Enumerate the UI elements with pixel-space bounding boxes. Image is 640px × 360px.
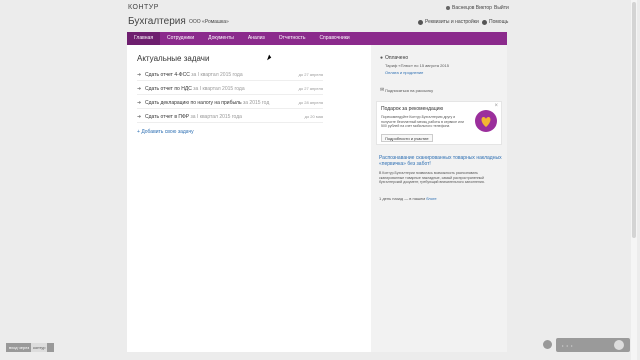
help-label: Помощь bbox=[489, 19, 509, 25]
promo-text: Порекомендуйте Контур.Бухгалтерию другу … bbox=[381, 115, 465, 128]
task-title: Сдать отчет 4-ФСС bbox=[145, 72, 190, 78]
promo-title: Подарок за рекомендацию bbox=[381, 106, 444, 112]
avatar bbox=[614, 340, 624, 350]
task-row[interactable]: ➜ Сдать отчет по НДС за I квартал 2015 г… bbox=[137, 85, 323, 95]
tab-references[interactable]: Справочники bbox=[312, 32, 356, 45]
task-period: за 2015 год bbox=[242, 100, 270, 106]
add-task-label: Добавить свою задачу bbox=[141, 129, 194, 135]
article-title[interactable]: Распознавание сканированных товарных нак… bbox=[379, 155, 503, 167]
gear-icon bbox=[418, 19, 423, 25]
scrollbar-thumb[interactable] bbox=[632, 2, 636, 238]
paid-label: Оплачено bbox=[385, 55, 409, 61]
settings-label: Реквизиты и настройки bbox=[425, 19, 479, 25]
task-period: за I квартал 2015 года bbox=[193, 86, 245, 92]
heart-icon bbox=[475, 110, 497, 132]
arrow-right-icon: ➜ bbox=[137, 86, 142, 92]
payment-link[interactable]: Оплата и продление bbox=[385, 70, 423, 75]
app-title: Бухгалтерия bbox=[128, 16, 186, 27]
close-icon[interactable]: × bbox=[494, 103, 498, 109]
tab-main[interactable]: Главная bbox=[127, 32, 161, 45]
kontur-badge-logo: контур bbox=[31, 343, 48, 352]
mail-icon: ✉ bbox=[380, 87, 385, 93]
task-title: Сдать отчет в ПФР bbox=[145, 114, 190, 120]
article-text: В Контур.Бухгалтерии появилась возможнос… bbox=[379, 171, 485, 184]
main-nav: Главная Сотрудники Документы Анализ Отче… bbox=[127, 32, 507, 45]
task-due: до 20 мая bbox=[304, 114, 323, 119]
task-due: до 28 апреля bbox=[298, 100, 323, 105]
settings-link[interactable]: Реквизиты и настройки bbox=[418, 19, 479, 25]
top-bar: КОНТУР Васнецов Виктор Выйти Бухгалтерия… bbox=[0, 0, 640, 30]
task-period: за I квартал 2015 года bbox=[191, 72, 243, 78]
help-link[interactable]: Помощь bbox=[482, 19, 508, 25]
task-row[interactable]: ➜ Сдать декларацию по налогу на прибыль … bbox=[137, 99, 323, 109]
side-panel: ● Оплачено Тариф «Плюс» по 15 августа 20… bbox=[371, 45, 507, 352]
chat-widget[interactable]: • • • bbox=[556, 338, 630, 352]
page-scrollbar[interactable] bbox=[631, 0, 637, 360]
tab-employees[interactable]: Сотрудники bbox=[160, 32, 201, 45]
tariff-text: Тариф «Плюс» по 15 августа 2015 bbox=[385, 63, 449, 68]
arrow-right-icon: ➜ bbox=[137, 100, 142, 106]
referral-promo: Подарок за рекомендацию Порекомендуйте К… bbox=[376, 101, 502, 145]
page-title: Актуальные задачи bbox=[137, 54, 210, 63]
tab-reports[interactable]: Отчетность bbox=[272, 32, 313, 45]
task-due: до 27 апреля bbox=[298, 72, 323, 77]
kontur-logo[interactable]: КОНТУР bbox=[128, 4, 159, 11]
tab-analysis[interactable]: Анализ bbox=[241, 32, 272, 45]
task-row[interactable]: ➜ Сдать отчет в ПФР за I квартал 2015 го… bbox=[137, 113, 323, 123]
blog-link[interactable]: блоге bbox=[426, 196, 436, 201]
user-menu[interactable]: Васнецов Виктор bbox=[446, 5, 492, 11]
organization-name[interactable]: ООО «Ромашка» bbox=[189, 19, 229, 25]
tab-documents[interactable]: Документы bbox=[201, 32, 241, 45]
task-due: до 27 апреля bbox=[298, 86, 323, 91]
chat-dots-icon: • • • bbox=[562, 343, 574, 348]
user-icon bbox=[446, 6, 450, 10]
help-circle-icon[interactable] bbox=[543, 340, 552, 349]
article-meta: 1 день назад — в нашем блоге bbox=[379, 196, 437, 201]
logout-link[interactable]: Выйти bbox=[494, 5, 509, 11]
user-name: Васнецов Виктор bbox=[452, 5, 492, 11]
task-row[interactable]: ➜ Сдать отчет 4-ФСС за I квартал 2015 го… bbox=[137, 71, 323, 81]
kontur-badge[interactable]: вход через контур bbox=[6, 343, 54, 352]
arrow-right-icon: ➜ bbox=[137, 72, 142, 78]
check-icon: ● bbox=[380, 55, 384, 61]
main-panel: Актуальные задачи ➜ Сдать отчет 4-ФСС за… bbox=[127, 45, 371, 352]
task-title: Сдать декларацию по налогу на прибыль bbox=[145, 100, 242, 106]
help-icon bbox=[482, 19, 487, 25]
subscribe-link[interactable]: Подписаться на рассылку bbox=[385, 88, 433, 93]
arrow-right-icon: ➜ bbox=[137, 114, 142, 120]
task-title: Сдать отчет по НДС bbox=[145, 86, 192, 92]
task-period: за I квартал 2015 года bbox=[190, 114, 242, 120]
add-task-link[interactable]: + Добавить свою задачу bbox=[137, 129, 194, 135]
promo-details-button[interactable]: Подробности и участие bbox=[381, 134, 433, 142]
